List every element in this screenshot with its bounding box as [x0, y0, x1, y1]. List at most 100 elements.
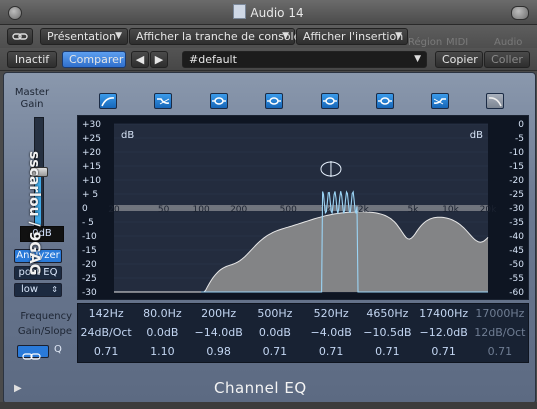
behind-tab-midi: MIDI — [446, 37, 469, 48]
band-gain-value[interactable]: 12dB/Oct — [474, 323, 526, 342]
band-gain-value[interactable]: −10.5dB — [361, 323, 413, 342]
band-freq-value[interactable]: 142Hz — [80, 304, 132, 323]
band-1-button[interactable] — [210, 93, 228, 109]
paste-label: Coller — [491, 53, 523, 66]
behind-tab-region: Région — [408, 37, 443, 48]
band-q-value[interactable]: 0.98 — [193, 342, 245, 361]
band-freq-value[interactable]: 17400Hz — [418, 304, 470, 323]
previous-preset-button[interactable]: ◀ — [131, 51, 149, 68]
band-q-value[interactable]: 0.71 — [80, 342, 132, 361]
zero-band — [114, 205, 488, 211]
db-tick-left: - 5 — [82, 218, 94, 228]
window-title-text: Audio 14 — [250, 6, 304, 20]
db-tick-right: -60 — [509, 288, 524, 298]
band-gain-value[interactable]: 24dB/Oct — [80, 323, 132, 342]
preset-toolbar: Inactif Comparer ◀ ▶ #default ▼ Copier Co… — [0, 48, 537, 71]
db-tick-right: -35 — [509, 218, 524, 228]
arrow-right-icon: ▶ — [154, 53, 164, 66]
band-column: 4650Hz −10.5dB 0.71 — [361, 304, 413, 361]
eq-graph-canvas[interactable]: +30 0 +25 -5 +20 -10 +15 -15 +10 -20 + 5 -25 0 -30 - 5… — [78, 116, 528, 299]
freq-tick: 100 — [193, 205, 210, 215]
db-label-right: dB — [470, 130, 483, 141]
band-3-button[interactable] — [321, 93, 339, 109]
frequency-row-label: Frequency — [20, 311, 72, 322]
band-lowshelf-button[interactable] — [154, 93, 172, 109]
presentation-menu[interactable]: Présentation ▼ — [40, 28, 128, 45]
band-q-value[interactable]: 0.71 — [361, 342, 413, 361]
bell-icon — [323, 97, 337, 105]
freq-tick: 2k — [358, 205, 370, 215]
band-q-value[interactable]: 0.71 — [418, 342, 470, 361]
bypass-label: Inactif — [14, 53, 50, 66]
watermark-text: sscarlou / 9GAG — [26, 150, 43, 276]
band-freq-value[interactable]: 80.0Hz — [136, 304, 188, 323]
preset-label: #default — [189, 53, 237, 66]
compare-button[interactable]: Comparer — [62, 51, 126, 68]
db-tick-left: +30 — [82, 120, 101, 130]
band-freq-value[interactable]: 500Hz — [249, 304, 301, 323]
band-gain-value[interactable]: −14.0dB — [193, 323, 245, 342]
band-gain-value[interactable]: 0.0dB — [249, 323, 301, 342]
bell-icon — [378, 97, 392, 105]
db-tick-right: -40 — [509, 232, 524, 242]
band-gain-value[interactable]: −4.0dB — [305, 323, 357, 342]
band-gain-value[interactable]: 0.0dB — [136, 323, 188, 342]
bypass-button[interactable]: Inactif — [7, 51, 57, 68]
highshelf-icon — [433, 98, 446, 105]
freq-tick: 10k — [442, 205, 459, 215]
db-tick-right: -5 — [515, 134, 524, 144]
band-q-value[interactable]: 0.71 — [249, 342, 301, 361]
band-freq-value[interactable]: 4650Hz — [361, 304, 413, 323]
link-icon — [22, 353, 41, 360]
band-highcut-button[interactable] — [486, 93, 504, 109]
band-gain-value[interactable]: −12.0dB — [418, 323, 470, 342]
freq-tick: 50 — [158, 205, 170, 215]
db-tick-left: -30 — [82, 288, 97, 298]
copy-button[interactable]: Copier — [435, 51, 483, 68]
preset-menu[interactable]: #default ▼ — [182, 51, 427, 68]
band-freq-value[interactable]: 17000Hz — [474, 304, 526, 323]
insertion-menu[interactable]: Afficher l'insertion ▼ — [296, 28, 408, 45]
band-column: 142Hz 24dB/Oct 0.71 — [80, 304, 132, 361]
toolbar-toggle-button[interactable] — [511, 6, 529, 20]
play-icon[interactable]: ▶ — [14, 383, 22, 394]
next-preset-button[interactable]: ▶ — [150, 51, 168, 68]
band-parameters: 142Hz 24dB/Oct 0.71 80.0Hz 0.0dB 1.10 200Hz −14… — [77, 303, 529, 363]
band-lowcut-button[interactable] — [99, 93, 117, 109]
link-icon — [12, 33, 28, 40]
freq-tick: 5k — [407, 205, 419, 215]
resolution-menu[interactable]: low ⇕ — [14, 283, 62, 297]
band-q-value[interactable]: 1.10 — [136, 342, 188, 361]
console-strip-menu[interactable]: Afficher la tranche de console ▼ — [129, 28, 300, 45]
band-highshelf-button[interactable] — [431, 93, 449, 109]
band-freq-value[interactable]: 200Hz — [193, 304, 245, 323]
behind-channel-strip — [0, 402, 537, 409]
console-strip-label: Afficher la tranche de console — [136, 30, 301, 43]
band-q-value[interactable]: 0.71 — [305, 342, 357, 361]
lowcut-icon — [101, 97, 115, 107]
chevron-down-icon: ▼ — [414, 54, 421, 64]
band-4-button[interactable] — [376, 93, 394, 109]
title-bar[interactable]: Audio 14 — [0, 0, 537, 25]
lowshelf-icon — [157, 98, 170, 105]
gain-row-label: Gain/Slope — [17, 326, 72, 337]
band-freq-value[interactable]: 520Hz — [305, 304, 357, 323]
db-tick-left: -15 — [82, 246, 97, 256]
band-q-value[interactable]: 0.71 — [474, 342, 526, 361]
presentation-label: Présentation — [47, 30, 117, 43]
link-button[interactable] — [7, 28, 33, 45]
db-tick-left: +20 — [82, 148, 101, 158]
q-row-label: Q — [54, 344, 62, 355]
eq-graph[interactable]: +30 0 +25 -5 +20 -10 +15 -15 +10 -20 + 5 -25 0 -30 - 5… — [77, 115, 529, 300]
db-tick-left: +25 — [82, 134, 101, 144]
band-column: 17400Hz −12.0dB 0.71 — [418, 304, 470, 361]
db-tick-right: -15 — [509, 162, 524, 172]
db-tick-left: -25 — [82, 274, 97, 284]
gain-q-link-button[interactable] — [17, 345, 49, 360]
paste-button[interactable]: Coller — [484, 51, 530, 68]
freq-tick: 200 — [230, 205, 247, 215]
db-tick-right: -50 — [509, 260, 524, 270]
db-label-left: dB — [121, 130, 134, 141]
plugin-name: Channel EQ — [214, 379, 307, 397]
band-2-button[interactable] — [265, 93, 283, 109]
